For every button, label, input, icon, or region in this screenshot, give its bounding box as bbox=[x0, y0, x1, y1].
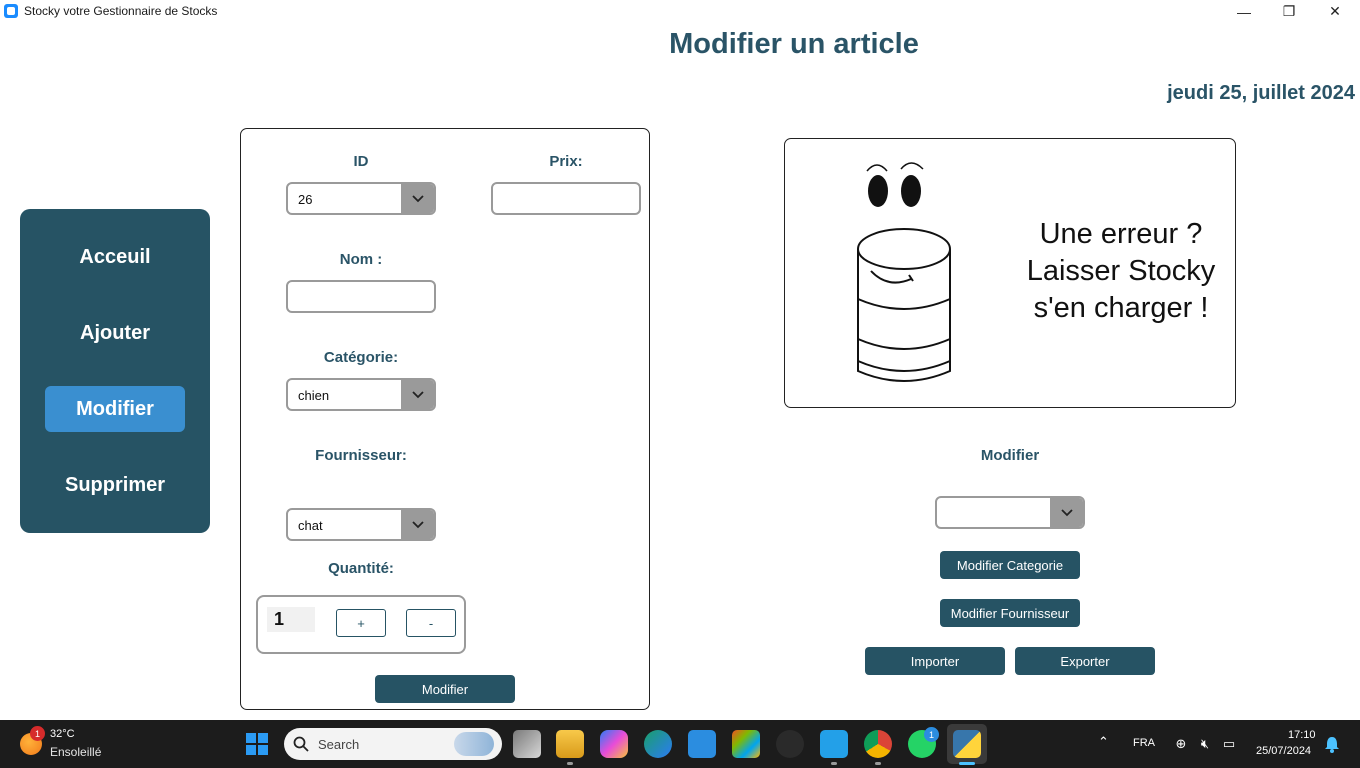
quantity-plus-button[interactable]: + bbox=[336, 609, 386, 637]
weather-badge: 1 bbox=[30, 726, 45, 741]
sidebar-item-supprimer[interactable]: Supprimer bbox=[45, 462, 185, 508]
illustration-line-1: Une erreur ? bbox=[1039, 218, 1203, 250]
categorie-label: Catégorie: bbox=[323, 349, 399, 366]
file-explorer-indicator bbox=[567, 762, 573, 765]
notification-bell-icon[interactable] bbox=[1324, 735, 1340, 753]
task-view-icon[interactable] bbox=[513, 730, 541, 758]
copilot-icon[interactable] bbox=[600, 730, 628, 758]
whatsapp-badge: 1 bbox=[924, 727, 939, 742]
article-form: ID 26 Prix: Nom : Catégorie: chien Fourn… bbox=[240, 128, 650, 710]
quantity-value[interactable]: 1 bbox=[267, 607, 315, 632]
vscode-indicator bbox=[831, 762, 837, 765]
maximize-button[interactable]: ❐ bbox=[1266, 0, 1312, 23]
weather-temperature[interactable]: 32°C bbox=[50, 728, 75, 740]
fournisseur-combobox-value: chat bbox=[298, 518, 323, 533]
clock-date[interactable]: 25/07/2024 bbox=[1256, 745, 1311, 757]
taskbar: 1 32°C Ensoleillé Search 1 ⌃ FRA ⊕ 🔇︎ ▭ … bbox=[0, 720, 1360, 768]
search-icon bbox=[293, 736, 309, 752]
clock-time[interactable]: 17:10 bbox=[1288, 729, 1316, 741]
prix-input[interactable] bbox=[491, 182, 641, 215]
language-indicator[interactable]: FRA bbox=[1133, 737, 1155, 749]
page-date: jeudi 25, juillet 2024 bbox=[1167, 82, 1355, 104]
network-icon[interactable]: ⊕ bbox=[1172, 735, 1190, 753]
mail-icon[interactable] bbox=[688, 730, 716, 758]
battery-icon[interactable]: ▭ bbox=[1220, 735, 1238, 753]
page-title: Modifier un article bbox=[669, 28, 919, 60]
window-title: Stocky votre Gestionnaire de Stocks bbox=[24, 4, 218, 18]
taskbar-search-input[interactable]: Search bbox=[284, 728, 502, 760]
python-app-icon[interactable] bbox=[953, 730, 981, 758]
sidebar-item-acceuil[interactable]: Acceuil bbox=[45, 234, 185, 280]
id-label: ID bbox=[353, 153, 369, 170]
title-bar: Stocky votre Gestionnaire de Stocks — ❐ … bbox=[0, 0, 1360, 23]
categorie-combobox-value: chien bbox=[298, 388, 330, 403]
tray-chevron-up-icon[interactable]: ⌃ bbox=[1098, 734, 1109, 750]
chevron-down-icon[interactable] bbox=[401, 380, 434, 409]
minimize-button[interactable]: — bbox=[1221, 0, 1267, 23]
weather-description[interactable]: Ensoleillé bbox=[50, 745, 101, 759]
app-dark-icon[interactable] bbox=[776, 730, 804, 758]
id-combobox[interactable]: 26 bbox=[286, 182, 436, 215]
chevron-down-icon[interactable] bbox=[1050, 498, 1083, 527]
sidebar-nav: Acceuil Ajouter Modifier Supprimer bbox=[20, 209, 210, 533]
app-icon bbox=[4, 4, 18, 18]
importer-button[interactable]: Importer bbox=[865, 647, 1005, 675]
exporter-button[interactable]: Exporter bbox=[1015, 647, 1155, 675]
quantite-label: Quantité: bbox=[328, 560, 394, 577]
nom-input[interactable] bbox=[286, 280, 436, 313]
id-combobox-value: 26 bbox=[298, 192, 313, 207]
quantity-minus-button[interactable]: - bbox=[406, 609, 456, 637]
modifier-submit-button[interactable]: Modifier bbox=[375, 675, 515, 703]
vscode-icon[interactable] bbox=[820, 730, 848, 758]
edge-browser-icon[interactable] bbox=[644, 730, 672, 758]
start-windows-icon[interactable] bbox=[246, 733, 268, 755]
modifier-fournisseur-button[interactable]: Modifier Fournisseur bbox=[940, 599, 1080, 627]
volume-muted-icon[interactable]: 🔇︎ bbox=[1196, 735, 1214, 753]
chrome-indicator bbox=[875, 762, 881, 765]
store-icon[interactable] bbox=[732, 730, 760, 758]
illustration-line-2: Laisser Stocky bbox=[1026, 255, 1216, 287]
python-app-indicator bbox=[959, 762, 975, 765]
nom-label: Nom : bbox=[339, 251, 383, 268]
sidebar-item-ajouter[interactable]: Ajouter bbox=[45, 310, 185, 356]
sidebar-item-modifier[interactable]: Modifier bbox=[45, 386, 185, 432]
illustration-line-3: s'en charger ! bbox=[1033, 292, 1209, 324]
stocky-mascot-icon bbox=[857, 162, 951, 382]
chevron-down-icon[interactable] bbox=[401, 184, 434, 213]
quantity-stepper: 1 + - bbox=[256, 595, 466, 654]
modifier-categorie-button[interactable]: Modifier Categorie bbox=[940, 551, 1080, 579]
file-explorer-icon[interactable] bbox=[556, 730, 584, 758]
stocky-illustration: Une erreur ? Laisser Stocky s'en charger… bbox=[784, 138, 1236, 408]
categorie-combobox[interactable]: chien bbox=[286, 378, 436, 411]
search-placeholder: Search bbox=[318, 737, 360, 752]
prix-label: Prix: bbox=[549, 153, 583, 170]
chevron-down-icon[interactable] bbox=[401, 510, 434, 539]
close-button[interactable]: ✕ bbox=[1312, 0, 1358, 23]
modifier-section-label: Modifier bbox=[980, 447, 1040, 464]
search-highlight-icon bbox=[454, 732, 494, 756]
chrome-icon[interactable] bbox=[864, 730, 892, 758]
fournisseur-label: Fournisseur: bbox=[315, 447, 407, 464]
illustration-message: Une erreur ? Laisser Stocky s'en charger… bbox=[1011, 216, 1231, 327]
modifier-combobox[interactable] bbox=[935, 496, 1085, 529]
fournisseur-combobox[interactable]: chat bbox=[286, 508, 436, 541]
